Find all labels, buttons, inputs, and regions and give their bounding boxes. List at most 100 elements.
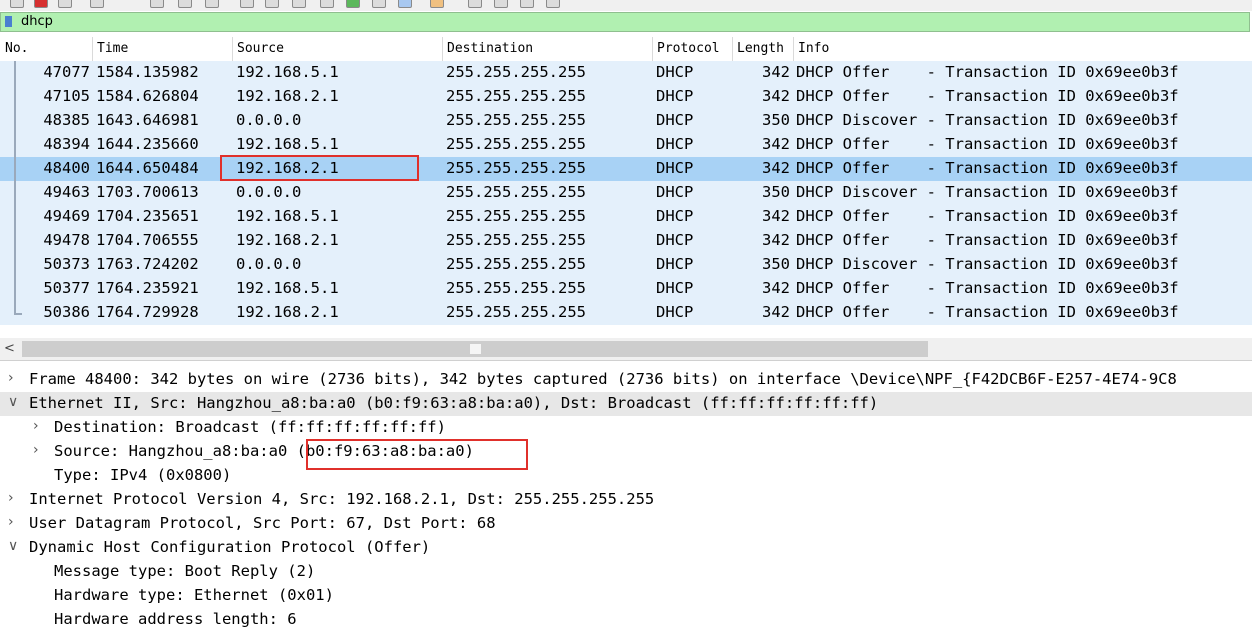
packet-row[interactable]: 50386 1764.729928 192.168.2.1 255.255.255.2… xyxy=(0,301,1252,325)
go-back-icon[interactable] xyxy=(292,0,306,8)
pane-splitter[interactable] xyxy=(0,360,1252,367)
collapse-icon[interactable]: ∨ xyxy=(8,538,18,554)
options-icon[interactable] xyxy=(90,0,104,8)
detail-ipv4[interactable]: › Internet Protocol Version 4, Src: 192.1… xyxy=(0,488,1252,512)
packet-row[interactable]: 49463 1703.700613 0.0.0.0 255.255.255.255 DH… xyxy=(0,181,1252,205)
column-header-time[interactable]: Time xyxy=(97,41,128,56)
packet-info: DHCP Offer - Transaction ID 0x69ee0b3f xyxy=(796,303,1179,321)
detail-ethernet[interactable]: ∨ Ethernet II, Src: Hangzhou_a8:ba:a0 (b0… xyxy=(0,392,1252,416)
packet-source: 192.168.5.1 xyxy=(236,135,339,153)
stop-capture-icon[interactable] xyxy=(34,0,48,8)
packet-source: 192.168.5.1 xyxy=(236,279,339,297)
packet-number: 49463 xyxy=(43,183,90,201)
open-file-icon[interactable] xyxy=(150,0,164,8)
column-header-protocol[interactable]: Protocol xyxy=(657,41,720,56)
packet-length: 342 xyxy=(762,135,790,153)
packet-row[interactable]: 49469 1704.235651 192.168.5.1 255.255.255.2… xyxy=(0,205,1252,229)
packet-info: DHCP Discover - Transaction ID 0x69ee0b3… xyxy=(796,183,1179,201)
close-file-icon[interactable] xyxy=(205,0,219,8)
packet-protocol: DHCP xyxy=(656,135,694,153)
restart-capture-icon[interactable] xyxy=(58,0,72,8)
detail-dhcp-message-type[interactable]: Message type: Boot Reply (2) xyxy=(0,560,1252,584)
first-packet-icon[interactable] xyxy=(346,0,360,8)
resize-columns-icon[interactable] xyxy=(546,0,560,8)
packet-row-selected[interactable]: 48400 1644.650484 192.168.2.1 255.255.255.2… xyxy=(0,157,1252,181)
packet-source: 0.0.0.0 xyxy=(236,255,302,273)
collapse-icon[interactable]: ∨ xyxy=(8,394,18,410)
packet-source: 192.168.5.1 xyxy=(236,207,339,225)
detail-eth-source[interactable]: › Source: Hangzhou_a8:ba:a0 (b0:f9:63:a8:… xyxy=(0,440,1252,464)
packet-info: DHCP Offer - Transaction ID 0x69ee0b3f xyxy=(796,63,1179,81)
detail-text: Message type: Boot Reply (2) xyxy=(54,562,316,580)
packet-row[interactable]: 47077 1584.135982 192.168.5.1 255.255.255.2… xyxy=(0,61,1252,85)
normal-size-icon[interactable] xyxy=(520,0,534,8)
display-filter-bar[interactable]: dhcp xyxy=(0,12,1250,32)
expand-icon[interactable]: › xyxy=(8,514,14,530)
packet-row[interactable]: 50377 1764.235921 192.168.5.1 255.255.255.2… xyxy=(0,277,1252,301)
last-packet-icon[interactable] xyxy=(372,0,386,8)
zoom-in-icon[interactable] xyxy=(468,0,482,8)
detail-text: Hardware address length: 6 xyxy=(54,610,297,628)
scroll-left-icon[interactable]: < xyxy=(4,341,15,356)
packet-source: 192.168.2.1 xyxy=(236,87,339,105)
detail-dhcp-hw-addr-length[interactable]: Hardware address length: 6 xyxy=(0,608,1252,632)
packet-list: 47077 1584.135982 192.168.5.1 255.255.255.2… xyxy=(0,61,1252,325)
detail-dhcp[interactable]: ∨ Dynamic Host Configuration Protocol (Of… xyxy=(0,536,1252,560)
zoom-out-icon[interactable] xyxy=(494,0,508,8)
display-filter-input[interactable]: dhcp xyxy=(21,14,53,29)
packet-number: 50386 xyxy=(43,303,90,321)
packet-protocol: DHCP xyxy=(656,111,694,129)
packet-source: 192.168.5.1 xyxy=(236,63,339,81)
packet-length: 350 xyxy=(762,111,790,129)
horizontal-scrollbar[interactable]: < xyxy=(0,338,1252,360)
go-to-packet-icon[interactable] xyxy=(320,0,334,8)
expand-icon[interactable]: › xyxy=(33,442,39,458)
start-capture-icon[interactable] xyxy=(10,0,24,8)
packet-destination: 255.255.255.255 xyxy=(446,279,586,297)
column-header-source[interactable]: Source xyxy=(237,41,284,56)
detail-text: Destination: Broadcast (ff:ff:ff:ff:ff:f… xyxy=(54,418,446,436)
packet-time: 1584.135982 xyxy=(96,63,199,81)
column-header-info[interactable]: Info xyxy=(798,41,829,56)
save-file-icon[interactable] xyxy=(178,0,192,8)
packet-number: 49478 xyxy=(43,231,90,249)
bookmark-icon[interactable] xyxy=(5,16,12,27)
column-header-no[interactable]: No. xyxy=(5,41,28,56)
packet-row[interactable]: 48394 1644.235660 192.168.5.1 255.255.255.2… xyxy=(0,133,1252,157)
packet-number: 49469 xyxy=(43,207,90,225)
detail-dhcp-hardware-type[interactable]: Hardware type: Ethernet (0x01) xyxy=(0,584,1252,608)
packet-destination: 255.255.255.255 xyxy=(446,63,586,81)
packet-protocol: DHCP xyxy=(656,255,694,273)
column-header-length[interactable]: Length xyxy=(737,41,784,56)
colorize-icon[interactable] xyxy=(430,0,444,8)
packet-length: 342 xyxy=(762,303,790,321)
packet-row[interactable]: 47105 1584.626804 192.168.2.1 255.255.255.2… xyxy=(0,85,1252,109)
packet-destination: 255.255.255.255 xyxy=(446,255,586,273)
packet-protocol: DHCP xyxy=(656,279,694,297)
packet-destination: 255.255.255.255 xyxy=(446,87,586,105)
reload-icon[interactable] xyxy=(240,0,254,8)
packet-time: 1704.235651 xyxy=(96,207,199,225)
packet-row[interactable]: 48385 1643.646981 0.0.0.0 255.255.255.255 DH… xyxy=(0,109,1252,133)
detail-eth-destination[interactable]: › Destination: Broadcast (ff:ff:ff:ff:ff:… xyxy=(0,416,1252,440)
autoscroll-icon[interactable] xyxy=(398,0,412,8)
packet-time: 1643.646981 xyxy=(96,111,199,129)
detail-eth-type[interactable]: Type: IPv4 (0x0800) xyxy=(0,464,1252,488)
packet-time: 1703.700613 xyxy=(96,183,199,201)
packet-protocol: DHCP xyxy=(656,63,694,81)
packet-info: DHCP Offer - Transaction ID 0x69ee0b3f xyxy=(796,135,1179,153)
expand-icon[interactable]: › xyxy=(8,490,14,506)
packet-row[interactable]: 49478 1704.706555 192.168.2.1 255.255.255.2… xyxy=(0,229,1252,253)
packet-length: 342 xyxy=(762,207,790,225)
packet-number: 50373 xyxy=(43,255,90,273)
expand-icon[interactable]: › xyxy=(8,370,14,386)
find-packet-icon[interactable] xyxy=(265,0,279,8)
column-header-destination[interactable]: Destination xyxy=(447,41,533,56)
expand-icon[interactable]: › xyxy=(33,418,39,434)
packet-row[interactable]: 50373 1763.724202 0.0.0.0 255.255.255.255 DH… xyxy=(0,253,1252,277)
packet-number: 50377 xyxy=(43,279,90,297)
detail-udp[interactable]: › User Datagram Protocol, Src Port: 67, D… xyxy=(0,512,1252,536)
packet-time: 1704.706555 xyxy=(96,231,199,249)
detail-text: Internet Protocol Version 4, Src: 192.16… xyxy=(29,490,655,508)
detail-frame[interactable]: › Frame 48400: 342 bytes on wire (2736 bi… xyxy=(0,368,1252,392)
